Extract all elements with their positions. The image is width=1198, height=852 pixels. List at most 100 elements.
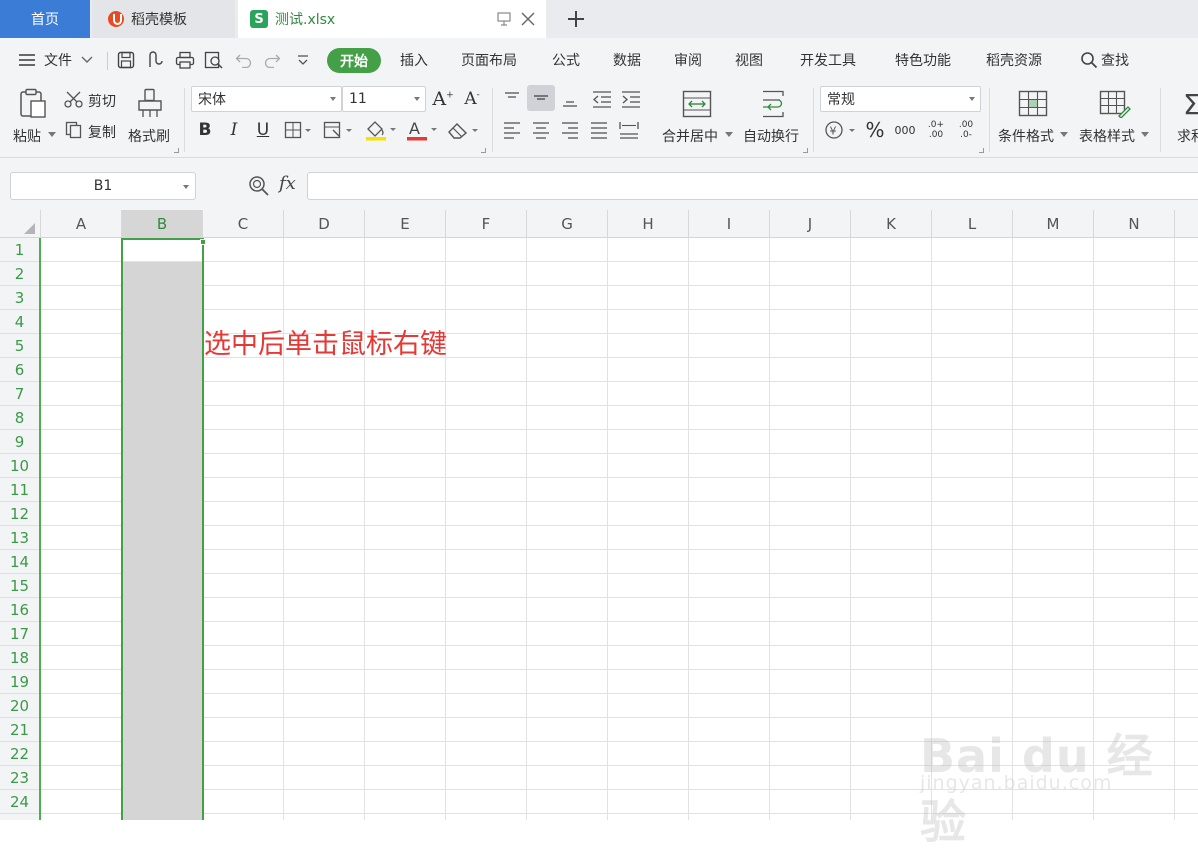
customize-toolbar-icon[interactable] — [296, 54, 310, 66]
column-header-j[interactable]: J — [770, 210, 851, 238]
column-header-k[interactable]: K — [851, 210, 932, 238]
tab-page-layout[interactable]: 页面布局 — [461, 38, 517, 82]
percent-button[interactable]: % — [862, 118, 888, 142]
align-left-icon[interactable] — [502, 120, 522, 140]
increase-font-button[interactable]: A+ — [431, 87, 455, 111]
align-right-icon[interactable] — [560, 120, 580, 140]
dialog-launcher[interactable] — [979, 148, 984, 153]
conditional-format-button[interactable]: 条件格式 — [996, 86, 1070, 152]
italic-button[interactable]: I — [223, 118, 245, 142]
row-header-22[interactable]: 22 — [0, 742, 39, 766]
underline-button[interactable]: U — [252, 118, 274, 142]
tab-data[interactable]: 数据 — [613, 38, 641, 82]
row-header-12[interactable]: 12 — [0, 502, 39, 526]
thousands-button[interactable]: 000 — [892, 118, 918, 142]
redo-icon[interactable] — [263, 52, 281, 68]
tab-developer[interactable]: 开发工具 — [800, 38, 856, 82]
align-center-icon[interactable] — [531, 120, 551, 140]
decrease-decimal-button[interactable]: .00 .0- — [952, 116, 980, 144]
increase-indent-icon[interactable] — [620, 89, 642, 109]
column-header-n[interactable]: N — [1094, 210, 1175, 238]
sum-button[interactable]: Σ 求和 — [1170, 86, 1198, 152]
dialog-launcher[interactable] — [481, 148, 486, 153]
paste-button[interactable]: 粘贴 — [12, 86, 58, 152]
align-top-icon[interactable] — [502, 90, 522, 108]
row-header-2[interactable]: 2 — [0, 262, 39, 286]
row-header-14[interactable]: 14 — [0, 550, 39, 574]
tab-docer-resources[interactable]: 稻壳资源 — [986, 38, 1042, 82]
close-icon[interactable] — [520, 12, 536, 26]
row-header-23[interactable]: 23 — [0, 766, 39, 790]
wrap-text-button[interactable]: 自动换行 — [742, 86, 804, 152]
row-header-18[interactable]: 18 — [0, 646, 39, 670]
column-header-f[interactable]: F — [446, 210, 527, 238]
row-header-20[interactable]: 20 — [0, 694, 39, 718]
tab-home[interactable]: 首页 — [0, 0, 90, 38]
eraser-icon[interactable] — [446, 120, 480, 140]
font-color-icon[interactable]: A — [405, 119, 439, 141]
justify-icon[interactable] — [589, 120, 609, 140]
print-icon[interactable] — [175, 51, 195, 69]
column-header-m[interactable]: M — [1013, 210, 1094, 238]
column-header-h[interactable]: H — [608, 210, 689, 238]
row-header-11[interactable]: 11 — [0, 478, 39, 502]
row-header-3[interactable]: 3 — [0, 286, 39, 310]
select-all-button[interactable] — [0, 210, 41, 238]
file-menu[interactable]: 文件 — [18, 38, 94, 82]
cut-button[interactable]: 剪切 — [64, 90, 122, 112]
align-bottom-icon[interactable] — [560, 90, 580, 108]
font-size-select[interactable]: 11 — [342, 86, 426, 112]
column-header-i[interactable]: I — [689, 210, 770, 238]
row-header-17[interactable]: 17 — [0, 622, 39, 646]
copy-button[interactable]: 复制 — [64, 120, 122, 142]
dialog-launcher[interactable] — [174, 148, 179, 153]
column-header-e[interactable]: E — [365, 210, 446, 238]
dialog-launcher[interactable] — [803, 148, 808, 153]
row-header-6[interactable]: 6 — [0, 358, 39, 382]
fill-handle[interactable] — [200, 239, 206, 245]
table-style-button[interactable]: 表格样式 — [1077, 86, 1151, 152]
tab-file[interactable]: S 测试.xlsx — [238, 0, 546, 38]
row-header-1[interactable]: 1 — [0, 238, 39, 262]
tab-view[interactable]: 视图 — [735, 38, 763, 82]
name-box[interactable]: B1 — [10, 172, 196, 200]
column-header-c[interactable]: C — [203, 210, 284, 238]
export-pdf-icon[interactable] — [147, 51, 165, 69]
row-header-21[interactable]: 21 — [0, 718, 39, 742]
row-header-16[interactable]: 16 — [0, 598, 39, 622]
row-header-13[interactable]: 13 — [0, 526, 39, 550]
fill-border-icon[interactable] — [323, 121, 355, 139]
number-format-select[interactable]: 常规 — [820, 86, 981, 112]
bold-button[interactable]: B — [194, 118, 216, 142]
decrease-indent-icon[interactable] — [591, 89, 613, 109]
row-header-15[interactable]: 15 — [0, 574, 39, 598]
save-icon[interactable] — [117, 51, 135, 69]
undo-icon[interactable] — [235, 52, 253, 68]
border-icon[interactable] — [284, 121, 314, 139]
print-preview-icon[interactable] — [204, 51, 224, 69]
tab-formulas[interactable]: 公式 — [552, 38, 580, 82]
find-button[interactable]: 查找 — [1080, 38, 1129, 82]
increase-decimal-button[interactable]: .0+ .00 — [922, 116, 950, 144]
tab-insert[interactable]: 插入 — [400, 38, 428, 82]
format-painter-button[interactable]: 格式刷 — [126, 86, 176, 152]
row-header-9[interactable]: 9 — [0, 430, 39, 454]
column-header-b[interactable]: B — [122, 210, 203, 238]
align-middle-button[interactable] — [527, 85, 555, 111]
function-icon[interactable]: fx — [279, 173, 296, 194]
tab-special-features[interactable]: 特色功能 — [895, 38, 951, 82]
column-header-l[interactable]: L — [932, 210, 1013, 238]
merge-center-button[interactable]: 合并居中 — [660, 86, 734, 152]
column-header-a[interactable]: A — [41, 210, 122, 238]
font-name-select[interactable]: 宋体 — [191, 86, 342, 112]
tab-template[interactable]: 稻壳模板 — [92, 0, 235, 38]
decrease-font-button[interactable]: A- — [460, 87, 484, 111]
row-header-5[interactable]: 5 — [0, 334, 39, 358]
tab-start[interactable]: 开始 — [327, 48, 381, 73]
column-header-g[interactable]: G — [527, 210, 608, 238]
zoom-search-icon[interactable] — [248, 175, 270, 197]
column-header-d[interactable]: D — [284, 210, 365, 238]
row-header-7[interactable]: 7 — [0, 382, 39, 406]
row-header-8[interactable]: 8 — [0, 406, 39, 430]
distributed-align-icon[interactable] — [618, 120, 640, 140]
